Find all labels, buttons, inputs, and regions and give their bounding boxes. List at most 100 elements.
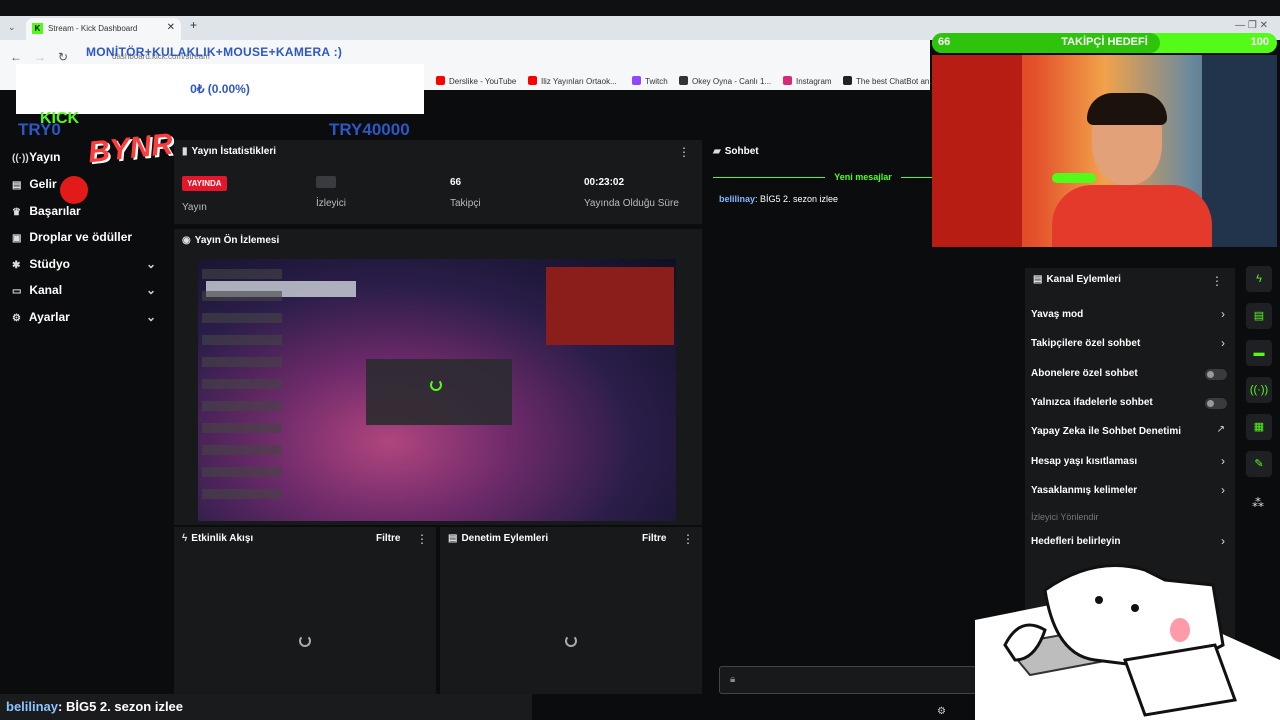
webcam-person [1052,185,1212,247]
new-tab-button[interactable]: + [190,18,197,32]
reload-icon[interactable]: ↻ [58,50,68,64]
action-emotes-only: Yalnızca ifadelerle sohbet [1031,397,1153,408]
goal-title: TAKİPÇİ HEDEFİ [1061,36,1148,48]
sidebar-item-ayarlar[interactable]: ⚙ Ayarlar ⌄ [12,310,156,324]
stat-label: İzleyici [316,198,347,209]
loading-spinner [299,635,311,647]
wrench-icon[interactable]: ✎ [1246,451,1272,477]
sidebar-item-basarilar[interactable]: ♛ Başarılar [12,204,81,218]
bookmark-item[interactable]: Twitch [632,76,668,86]
document-icon: ▤ [448,533,458,544]
browser-tab[interactable]: K Stream - Kick Dashboard ✕ [26,18,181,40]
window-controls[interactable]: — ❐ ✕ [1235,20,1268,31]
more-icon[interactable]: ⋮ [678,145,690,159]
chat-username[interactable]: belilinay [719,194,755,204]
youtube-icon [436,76,445,85]
more-icon[interactable]: ⋮ [1211,274,1223,288]
preview-dialog [366,359,512,425]
instagram-icon [783,76,792,85]
panel-title: ϟ Etkinlik Akışı [182,533,254,544]
gear-icon: ⚙ [12,313,21,324]
more-icon[interactable]: ⋮ [416,532,428,546]
follower-goal-bar: 66 TAKİPÇİ HEDEFİ 100 [932,33,1277,53]
donation-target: TRY40000 [329,120,410,139]
more-icon[interactable]: ⋮ [682,532,694,546]
layout-icon[interactable]: ▦ [1246,414,1272,440]
stat-label: Yayın [182,202,207,213]
close-tab-icon[interactable]: ✕ [167,22,175,33]
chevron-down-icon: ⌄ [146,257,157,271]
live-badge: YAYINDA [182,176,227,191]
activity-feed-panel: ϟ Etkinlik Akışı Filtre ⋮ [174,527,436,694]
action-account-age[interactable]: Hesap yaşı kısıtlaması [1031,456,1137,467]
chat-bubble-icon[interactable]: ▬ [1246,340,1272,366]
emotes-only-toggle[interactable] [1205,398,1227,409]
youtube-icon [528,76,537,85]
webcam-wall [932,55,1022,247]
ticker-username: belilinay [6,699,59,714]
sidebar-item-yayin[interactable]: ((·)) Yayın [12,150,60,164]
chevron-right-icon[interactable]: › [1221,534,1225,548]
chevron-right-icon[interactable]: › [1221,307,1225,321]
note-icon[interactable]: ▤ [1246,303,1272,329]
preview-desktop-icons [202,269,282,509]
stat-label: Takipçi [450,198,481,209]
panel-title: ▤ Kanal Eylemleri [1033,274,1121,285]
tab-search-icon[interactable]: ⌄ [8,22,16,33]
chat-input[interactable]: 🔒︎ [719,666,979,694]
chevron-right-icon[interactable]: › [1221,336,1225,350]
ticker-text: : BİG5 2. sezon izlee [58,699,184,714]
external-link-icon[interactable]: ↗ [1217,424,1225,435]
moderation-actions-panel: ▤ Denetim Eylemleri Filtre ⋮ [440,527,702,694]
bookmark-item[interactable]: Derslike - YouTube [436,76,516,86]
chevron-right-icon[interactable]: › [1221,454,1225,468]
subscribers-only-toggle[interactable] [1205,369,1227,380]
stream-preview-panel: ◉ Yayın Ön İzlemesi [174,229,702,525]
sidebar-item-droplar[interactable]: ▣ Droplar ve ödüller [12,230,132,244]
stat-value: 00:23:02 [584,177,625,188]
bookmark-item[interactable]: The best ChatBot an... [843,76,936,86]
panel-title: ◉ Yayın Ön İzlemesi [182,235,280,246]
chat-icon: ▰ [713,146,721,157]
donation-goal-title: MONİTÖR+KULAKLIK+MOUSE+KAMERA :) [86,45,343,59]
filter-button[interactable]: Filtre [642,533,666,544]
donation-current: TRY0 [18,120,61,139]
filter-button[interactable]: Filtre [376,533,400,544]
action-slow-mode[interactable]: Yavaş mod [1031,309,1083,320]
cat-eye [1095,596,1103,604]
chevron-down-icon: ⌄ [146,310,157,324]
chatbot-icon [843,76,852,85]
tab-title: Stream - Kick Dashboard [48,24,138,33]
bookmark-item[interactable]: Okey Oyna - Canlı 1... [679,76,771,86]
action-subscribers-only: Abonelere özel sohbet [1031,368,1138,379]
panel-title: ▤ Denetim Eylemleri [448,533,549,544]
stat-label: Yayında Olduğu Süre [584,198,679,209]
chat-settings-icon[interactable]: ⚙ [937,706,946,717]
stream-preview-video[interactable] [198,259,676,521]
chevron-right-icon[interactable]: › [1221,483,1225,497]
action-followers-only[interactable]: Takipçilere özel sohbet [1031,338,1140,349]
panel-title: ▰ Sohbet [713,146,759,157]
action-banned-words[interactable]: Yasaklanmış kelimeler [1031,485,1137,496]
bookmark-item[interactable]: Instagram [783,76,832,86]
action-ai-moderation[interactable]: Yapay Zeka ile Sohbet Denetimi [1031,426,1181,437]
section-label: İzleyici Yönlendir [1031,512,1099,522]
sidebar-item-kanal[interactable]: ▭ Kanal ⌄ [12,283,156,297]
nodes-icon[interactable]: ⁂ [1252,496,1264,510]
revenue-icon: ▤ [12,180,22,191]
eye-icon: ◉ [182,235,191,246]
loading-spinner [565,635,577,647]
forward-icon[interactable]: → [34,50,46,64]
sidebar-item-studyo[interactable]: ✱ Stüdyo ⌄ [12,257,156,271]
trophy-icon: ♛ [12,207,21,218]
goal-target: 100 [1250,36,1269,48]
kick-favicon-icon: K [32,23,43,34]
webcam-hair [1087,93,1167,125]
lightning-icon[interactable]: ϟ [1246,266,1272,292]
back-icon[interactable]: ← [10,50,22,64]
action-set-goals[interactable]: Hedefleri belirleyin [1031,536,1120,547]
sidebar-item-gelir[interactable]: ▤ Gelir [12,177,57,191]
broadcast-icon[interactable]: ((·)) [1246,377,1272,403]
bookmark-item[interactable]: Iliz Yayınları Ortaok... [528,76,617,86]
sidebar: ((·)) Yayın ▤ Gelir ♛ Başarılar ▣ Dropla… [0,140,172,700]
